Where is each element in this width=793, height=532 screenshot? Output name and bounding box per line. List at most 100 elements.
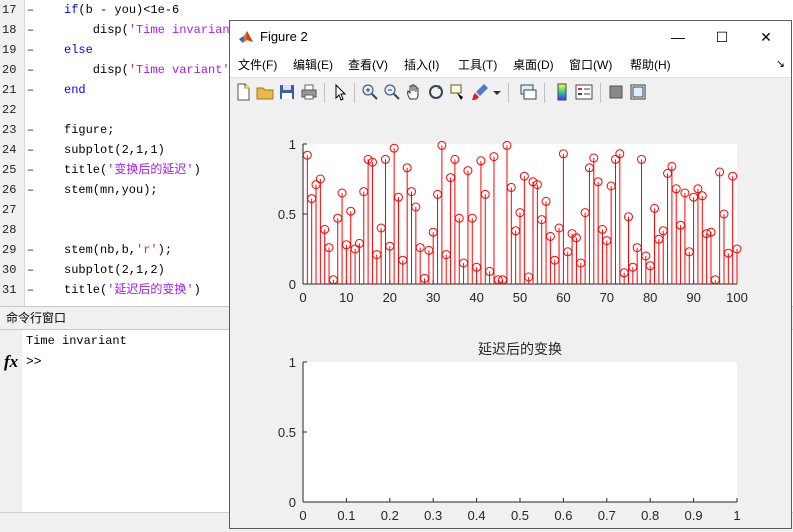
breakpoint-marker[interactable]: –: [27, 80, 34, 100]
x-tick-label: 60: [556, 290, 570, 305]
dropdown-arrow-icon[interactable]: [492, 82, 502, 102]
code-token: stem(mn,you);: [64, 183, 158, 197]
brush-icon[interactable]: [470, 82, 490, 102]
open-file-icon[interactable]: [255, 82, 275, 102]
menu-file[interactable]: 文件(F): [238, 53, 277, 77]
hide-tools-icon[interactable]: [606, 82, 626, 102]
y-tick-label: 1: [289, 137, 296, 152]
x-tick-label: 40: [469, 290, 483, 305]
minimize-button[interactable]: —: [655, 21, 701, 53]
rotate-icon[interactable]: [426, 82, 446, 102]
x-tick-label: 0.9: [685, 508, 703, 523]
x-tick-label: 0.3: [424, 508, 442, 523]
code-keyword: end: [64, 83, 86, 97]
menu-edit[interactable]: 编辑(E): [293, 53, 333, 77]
close-button[interactable]: ✕: [743, 21, 789, 53]
print-icon[interactable]: [299, 82, 319, 102]
breakpoint-marker[interactable]: –: [27, 160, 34, 180]
x-tick-label: 0: [299, 290, 306, 305]
code-text: disp('Time variant'): [64, 60, 237, 80]
menu-insert[interactable]: 插入(I): [404, 53, 439, 77]
menu-window[interactable]: 窗口(W): [569, 53, 612, 77]
breakpoint-marker[interactable]: –: [27, 240, 34, 260]
x-tick-label: 0.7: [598, 508, 616, 523]
show-tools-icon[interactable]: [628, 82, 648, 102]
x-tick-label: 0.6: [554, 508, 572, 523]
x-tick-label: 1: [733, 508, 740, 523]
toolbar-separator: [324, 83, 325, 103]
code-token: disp(: [64, 23, 129, 37]
new-figure-icon[interactable]: [233, 82, 253, 102]
figure-toolbar: [230, 77, 791, 109]
stem-plot[interactable]: 0 10 20 30 40 50 60 70 80 90 100 0 0.5 1: [230, 108, 791, 318]
code-text: subplot(2,1,2): [64, 260, 165, 280]
toolbar-separator: [600, 83, 601, 103]
code-text: subplot(2,1,1): [64, 140, 165, 160]
link-plot-icon[interactable]: [518, 82, 538, 102]
x-tick-label: 30: [426, 290, 440, 305]
x-tick-label: 0: [299, 508, 306, 523]
breakpoint-marker[interactable]: –: [27, 140, 34, 160]
breakpoint-marker[interactable]: –: [27, 120, 34, 140]
data-cursor-icon[interactable]: [448, 82, 468, 102]
y-tick-label: 0.5: [278, 425, 296, 440]
line-number: 28: [2, 223, 17, 237]
x-tick-label: 0.8: [641, 508, 659, 523]
code-string: 'r': [136, 243, 158, 257]
y-tick-label: 0: [289, 495, 296, 510]
code-text: title('变换后的延迟'): [64, 160, 201, 180]
breakpoint-marker[interactable]: –: [27, 20, 34, 40]
menu-more-icon[interactable]: ↘: [776, 57, 785, 70]
breakpoint-marker[interactable]: –: [27, 180, 34, 200]
code-text: disp('Time invariant: [64, 20, 237, 40]
code-token: ): [193, 283, 201, 297]
code-text: title('延迟后的变换'): [64, 280, 201, 300]
code-token: );: [157, 243, 173, 257]
breakpoint-marker[interactable]: –: [27, 0, 34, 20]
figure-window[interactable]: Figure 2 — ☐ ✕ 文件(F) 编辑(E) 查看(V) 插入(I) 工…: [229, 20, 792, 529]
breakpoint-marker[interactable]: –: [27, 40, 34, 60]
x-tick-label: 100: [726, 290, 748, 305]
code-token: title(: [64, 163, 108, 177]
fx-icon[interactable]: fx: [4, 352, 18, 372]
pan-icon[interactable]: [404, 82, 424, 102]
figure-titlebar[interactable]: Figure 2 — ☐ ✕: [230, 21, 791, 53]
command-prompt[interactable]: >>: [26, 354, 42, 369]
code-token: (b - you)<1e-6: [78, 3, 180, 17]
code-text: figure;: [64, 120, 114, 140]
menu-desktop[interactable]: 桌面(D): [513, 53, 554, 77]
code-text: stem(mn,you);: [64, 180, 158, 200]
colorbar-icon[interactable]: [552, 82, 572, 102]
line-number: 30: [2, 263, 17, 277]
zoom-out-icon[interactable]: [382, 82, 402, 102]
command-window-title: 命令行窗口: [6, 311, 67, 325]
code-token: stem(nb,b,: [64, 243, 137, 257]
zoom-in-icon[interactable]: [360, 82, 380, 102]
menu-view[interactable]: 查看(V): [348, 53, 388, 77]
maximize-button[interactable]: ☐: [699, 21, 745, 53]
toolbar-separator: [354, 83, 355, 103]
code-token: figure;: [64, 123, 115, 137]
breakpoint-marker[interactable]: –: [27, 60, 34, 80]
code-token: disp(: [64, 63, 129, 77]
breakpoint-marker[interactable]: –: [27, 280, 34, 300]
x-tick-label: 0.5: [511, 508, 529, 523]
y-tick-label: 1: [289, 355, 296, 370]
save-icon[interactable]: [277, 82, 297, 102]
legend-icon[interactable]: [574, 82, 594, 102]
line-number: 24: [2, 143, 17, 157]
x-tick-label: 20: [383, 290, 397, 305]
figure-canvas[interactable]: 0 10 20 30 40 50 60 70 80 90 100 0 0.5 1 0 0.1 0.2 0.3 0.…: [230, 108, 791, 528]
menu-tools[interactable]: 工具(T): [458, 53, 497, 77]
pointer-icon[interactable]: [330, 82, 350, 102]
code-line[interactable]: 17– if(b - you)<1e-6: [0, 0, 793, 20]
menu-help[interactable]: 帮助(H): [630, 53, 671, 77]
line-number: 23: [2, 123, 17, 137]
code-token: title(: [64, 283, 108, 297]
line-number: 19: [2, 43, 17, 57]
code-text: if(b - you)<1e-6: [64, 0, 179, 20]
x-tick-label: 0.4: [468, 508, 486, 523]
line-number: 31: [2, 283, 17, 297]
axes-title: 延迟后的变换: [478, 341, 562, 357]
breakpoint-marker[interactable]: –: [27, 260, 34, 280]
